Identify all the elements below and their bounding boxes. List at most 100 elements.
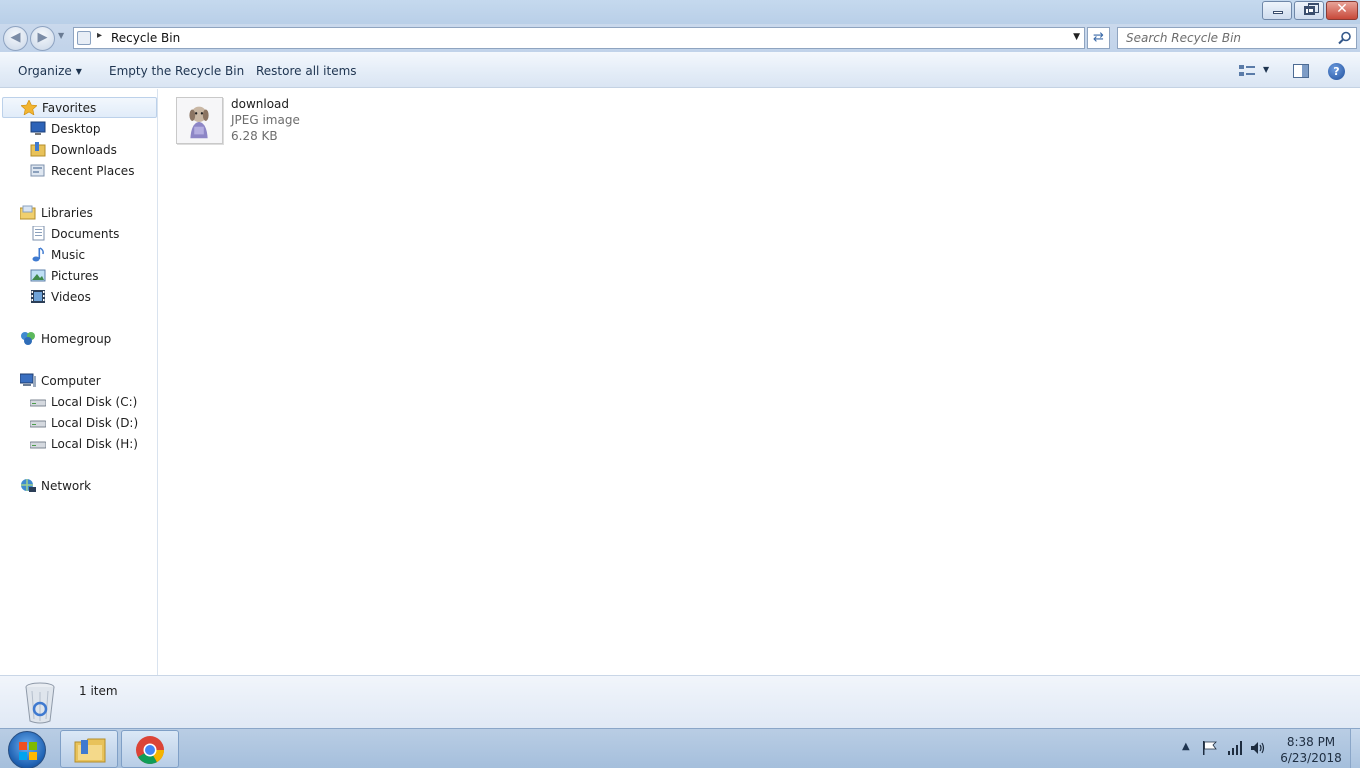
nav-label: Libraries	[41, 205, 93, 220]
nav-label: Network	[41, 478, 92, 493]
recycle-bin-icon	[25, 682, 55, 724]
nav-computer[interactable]: Computer	[20, 370, 101, 391]
restore-button[interactable]	[1294, 1, 1324, 20]
nav-local-disk-h[interactable]: Local Disk (H:)	[30, 433, 138, 454]
taskbar: ▲ 8:38 PM 6/23/2018	[0, 728, 1360, 768]
taskbar-clock[interactable]: 8:38 PM 6/23/2018	[1276, 734, 1346, 766]
close-button[interactable]: ✕	[1326, 1, 1358, 20]
nav-label: Recent Places	[51, 163, 135, 178]
nav-local-disk-c[interactable]: Local Disk (C:)	[30, 391, 137, 412]
nav-label: Downloads	[51, 142, 117, 157]
empty-recycle-bin-button[interactable]: Empty the Recycle Bin	[109, 64, 244, 78]
organize-label: Organize	[18, 64, 72, 78]
pictures-icon	[30, 269, 46, 282]
show-desktop-button[interactable]	[1350, 729, 1360, 768]
libraries-icon	[20, 205, 36, 220]
preview-pane-icon[interactable]	[1293, 64, 1309, 78]
downloads-folder-icon	[30, 142, 46, 157]
image-thumbnail-icon	[176, 97, 223, 144]
nav-label: Pictures	[51, 268, 99, 283]
details-pane: 1 item	[0, 675, 1360, 728]
nav-pictures[interactable]: Pictures	[30, 265, 99, 286]
file-list: download JPEG image 6.28 KB	[159, 89, 1360, 675]
nav-desktop[interactable]: Desktop	[30, 118, 101, 139]
computer-icon	[20, 373, 36, 387]
nav-label: Homegroup	[41, 331, 112, 346]
nav-homegroup[interactable]: Homegroup	[20, 328, 111, 349]
chrome-icon	[136, 736, 164, 764]
nav-documents[interactable]: Documents	[30, 223, 119, 244]
restore-all-items-button[interactable]: Restore all items	[256, 64, 357, 78]
item-count: 1 item	[79, 684, 118, 698]
file-name: download	[231, 97, 290, 111]
search-box[interactable]	[1117, 27, 1357, 49]
window-controls: ✕	[1262, 1, 1358, 20]
forward-arrow-icon: ▶	[37, 30, 48, 45]
windows-logo-icon	[19, 742, 37, 760]
help-icon[interactable]: ?	[1328, 63, 1345, 80]
nav-local-disk-d[interactable]: Local Disk (D:)	[30, 412, 138, 433]
search-input[interactable]	[1118, 28, 1328, 48]
breadcrumb-separator[interactable]: ▸	[97, 30, 102, 41]
start-button[interactable]	[8, 731, 46, 768]
clock-date: 6/23/2018	[1280, 751, 1342, 765]
star-icon	[21, 100, 37, 115]
refresh-button[interactable]: ⇄	[1087, 27, 1110, 49]
organize-button[interactable]: Organize ▼	[18, 64, 82, 78]
show-hidden-icons-button[interactable]: ▲	[1182, 741, 1190, 752]
address-dropdown-icon[interactable]: ▼	[1073, 32, 1080, 42]
minimize-button[interactable]	[1262, 1, 1292, 20]
recent-pages-dropdown[interactable]: ▼	[58, 31, 64, 40]
nav-label: Music	[51, 247, 86, 262]
change-view-icon[interactable]	[1239, 64, 1255, 78]
command-bar: Organize ▼ Empty the Recycle Bin Restore …	[0, 52, 1360, 88]
nav-label: Videos	[51, 289, 91, 304]
nav-recent-places[interactable]: Recent Places	[30, 160, 134, 181]
music-icon	[32, 247, 44, 262]
forward-button[interactable]: ▶	[30, 26, 55, 51]
taskbar-chrome-button[interactable]	[121, 730, 179, 768]
drive-icon	[30, 420, 46, 428]
navigation-bar: ◀ ▶ ▼ ▸ Recycle Bin ▼ ⇄	[0, 24, 1360, 52]
refresh-icon: ⇄	[1093, 30, 1104, 45]
nav-label: Desktop	[51, 121, 101, 136]
address-bar[interactable]: ▸ Recycle Bin ▼	[73, 27, 1085, 49]
restore-icon	[1304, 3, 1319, 15]
network-icon	[21, 479, 36, 492]
nav-videos[interactable]: Videos	[30, 286, 91, 307]
search-icon[interactable]	[1338, 31, 1352, 45]
chevron-down-icon: ▼	[75, 67, 82, 76]
nav-downloads[interactable]: Downloads	[30, 139, 117, 160]
nav-label: Local Disk (D:)	[51, 415, 139, 430]
title-bar: ✕	[0, 0, 1360, 24]
network-signal-icon[interactable]	[1227, 741, 1243, 755]
clock-time: 8:38 PM	[1286, 735, 1336, 749]
nav-label: Local Disk (C:)	[51, 394, 138, 409]
nav-libraries[interactable]: Libraries	[20, 202, 93, 223]
taskbar-explorer-button[interactable]	[60, 730, 118, 768]
file-item[interactable]: download JPEG image 6.28 KB	[176, 97, 316, 145]
homegroup-icon	[21, 332, 35, 345]
nav-label: Documents	[51, 226, 120, 241]
file-size: 6.28 KB	[231, 129, 278, 143]
breadcrumb-location[interactable]: Recycle Bin	[111, 31, 180, 45]
close-icon: ✕	[1336, 1, 1348, 17]
recycle-bin-icon	[77, 31, 91, 45]
file-type: JPEG image	[231, 113, 300, 127]
action-center-flag-icon[interactable]	[1202, 741, 1218, 755]
view-options-dropdown[interactable]: ▼	[1263, 65, 1269, 74]
documents-icon	[32, 226, 45, 241]
drive-icon	[30, 399, 46, 407]
back-button[interactable]: ◀	[3, 26, 28, 51]
nav-label: Local Disk (H:)	[51, 436, 138, 451]
nav-music[interactable]: Music	[30, 244, 85, 265]
desktop-icon	[30, 121, 46, 135]
back-arrow-icon: ◀	[10, 30, 21, 45]
volume-icon[interactable]	[1250, 741, 1266, 755]
minimize-icon	[1273, 11, 1283, 14]
drive-icon	[30, 441, 46, 449]
recent-places-icon	[30, 164, 45, 177]
nav-label: Computer	[41, 373, 101, 388]
nav-network[interactable]: Network	[20, 475, 91, 496]
nav-favorites[interactable]: Favorites	[2, 97, 157, 118]
